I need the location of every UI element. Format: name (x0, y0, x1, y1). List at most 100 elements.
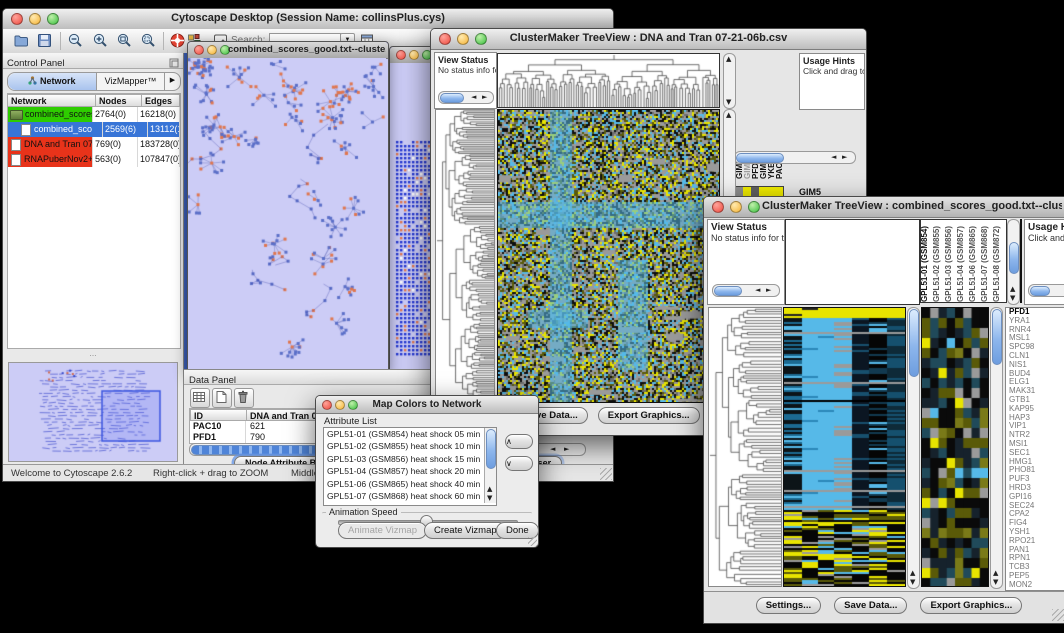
map-dialog-titlebar[interactable]: Map Colors to Network (316, 396, 538, 414)
table-mode-icon[interactable] (190, 388, 210, 408)
usage-hints-scrollbar[interactable] (1028, 284, 1064, 297)
column-header-network[interactable]: Network (8, 94, 96, 107)
scroll-down-arrow[interactable]: ▼ (487, 495, 492, 502)
close-button[interactable] (396, 50, 406, 60)
row-dendrogram[interactable] (708, 307, 782, 587)
close-button[interactable] (712, 201, 724, 213)
column-header-nodes[interactable]: Nodes (96, 94, 142, 107)
row-dendrogram[interactable] (435, 109, 495, 403)
scrollbar-thumb[interactable] (1009, 242, 1019, 274)
scroll-left-arrow[interactable]: ◄ (831, 154, 836, 161)
network-name-cell[interactable]: combined_scores (8, 107, 93, 122)
zoom-vscrollbar[interactable]: ▲ ▼ (990, 307, 1003, 589)
dialog-create-vizmap-button[interactable]: Create Vizmap (424, 522, 507, 539)
network-window-titlebar[interactable]: combined_scores_good.txt--cluste... (188, 42, 388, 59)
network-name-cell[interactable]: RNAPuberNov2+ (8, 152, 93, 167)
scroll-up-arrow[interactable]: ▲ (726, 56, 731, 63)
heatmap-vscrollbar[interactable]: ▲ ▼ (907, 307, 920, 589)
zoom-hscrollbar[interactable]: ◄ ► (734, 151, 856, 164)
resize-grip[interactable] (528, 537, 537, 546)
treeview2-titlebar[interactable]: ClusterMaker TreeView : combined_scores_… (704, 197, 1064, 218)
treeview1-titlebar[interactable]: ClusterMaker TreeView : DNA and Tran 07-… (431, 29, 866, 50)
help-lifebuoy-icon[interactable] (169, 32, 186, 54)
minimize-button[interactable] (730, 201, 742, 213)
attribute-list-item[interactable]: GPL51-07 (GSM868) heat shock 60 min (324, 490, 484, 502)
scrollbar-thumb[interactable] (992, 309, 1002, 365)
scroll-right-arrow[interactable]: ► (482, 94, 487, 101)
tv1-export-graphics-button[interactable]: Export Graphics... (598, 407, 700, 424)
column-dendrogram[interactable] (497, 53, 720, 108)
labels-vscrollbar[interactable]: ▲ ▼ (1007, 219, 1020, 305)
dendrogram-vscrollbar[interactable]: ▲ ▼ (723, 53, 736, 109)
scrollbar-thumb[interactable] (1030, 286, 1050, 296)
zoom-heatmap[interactable] (921, 307, 989, 587)
scroll-left-arrow[interactable]: ◄ (471, 94, 476, 101)
zoom-selected-icon[interactable] (140, 32, 157, 54)
view-status-scrollbar[interactable]: ◄ ► (438, 91, 494, 104)
column-dendrogram-area[interactable] (785, 219, 920, 305)
network-row[interactable]: DNA and Tran 07769(0)183728(0) (8, 137, 180, 152)
scroll-left-arrow[interactable]: ◄ (755, 287, 760, 294)
scroll-down-arrow[interactable]: ▼ (910, 579, 915, 586)
resize-grip[interactable] (600, 468, 612, 480)
attribute-list-item[interactable]: GPL51-02 (GSM855) heat shock 10 min (324, 440, 484, 452)
tv2-save-data-button[interactable]: Save Data... (834, 597, 907, 614)
float-panel-icon[interactable] (169, 55, 179, 73)
move-down-button[interactable]: ∨ (505, 456, 533, 471)
attribute-list-item[interactable]: GPL51-03 (GSM856) heat shock 15 min (324, 453, 484, 465)
tab-network[interactable]: Network (8, 73, 97, 90)
scroll-right-arrow[interactable]: ► (842, 154, 847, 161)
scroll-left-arrow[interactable]: ◄ (550, 446, 555, 453)
scroll-right-arrow[interactable]: ► (766, 287, 771, 294)
scrollbar-thumb[interactable] (486, 429, 496, 469)
close-button[interactable] (194, 45, 204, 55)
scroll-down-arrow[interactable]: ▼ (1010, 295, 1015, 302)
network-name-cell[interactable]: DNA and Tran 07 (8, 137, 93, 152)
attribute-list-item[interactable]: GPL51-01 (GSM854) heat shock 05 min (324, 428, 484, 440)
network-row[interactable]: combined_sco2569(6)13112(15) (8, 122, 180, 137)
column-header-edges[interactable]: Edges (142, 94, 180, 107)
scroll-up-arrow[interactable]: ▲ (726, 112, 731, 119)
attribute-list-scrollbar[interactable]: ▲ ▼ (484, 428, 496, 503)
save-icon[interactable] (36, 32, 53, 54)
global-heatmap[interactable] (497, 109, 720, 403)
tab-overflow-button[interactable]: ▶ (164, 73, 180, 90)
zoom-in-icon[interactable] (92, 32, 109, 54)
scroll-down-arrow[interactable]: ▼ (993, 579, 998, 586)
panel-divider[interactable]: ⋯ (3, 354, 183, 360)
scroll-up-arrow[interactable]: ▲ (910, 570, 915, 577)
resize-grip[interactable] (1052, 609, 1064, 621)
scrollbar-thumb[interactable] (440, 93, 464, 103)
column-header-id[interactable]: ID (190, 409, 247, 421)
delete-attribute-icon[interactable] (234, 388, 254, 408)
scroll-up-arrow[interactable]: ▲ (993, 570, 998, 577)
minimize-button[interactable] (207, 45, 217, 55)
scroll-up-arrow[interactable]: ▲ (1010, 286, 1015, 293)
minimize-button[interactable] (409, 50, 419, 60)
network-overview-panel[interactable] (8, 362, 178, 462)
new-attribute-icon[interactable] (212, 388, 232, 408)
global-heatmap[interactable] (783, 307, 906, 587)
scrollbar-thumb[interactable] (714, 286, 742, 296)
gene-label[interactable]: MON2 (1009, 581, 1064, 590)
attribute-list-item[interactable]: GPL51-06 (GSM865) heat shock 40 min (324, 478, 484, 490)
network-view-canvas[interactable] (188, 58, 386, 370)
scrollbar-thumb[interactable] (736, 153, 784, 163)
zoom-window-button[interactable] (748, 201, 760, 213)
tv2-export-graphics-button[interactable]: Export Graphics... (920, 597, 1022, 614)
scroll-down-arrow[interactable]: ▼ (726, 99, 731, 106)
open-folder-icon[interactable] (13, 32, 30, 54)
network-row[interactable]: RNAPuberNov2+563(0)107847(0) (8, 152, 180, 167)
main-titlebar[interactable]: Cytoscape Desktop (Session Name: collins… (3, 9, 613, 30)
view-status-scrollbar[interactable]: ◄ ► (712, 284, 780, 297)
scroll-right-arrow[interactable]: ► (564, 446, 569, 453)
network-name-cell[interactable]: combined_sco (8, 122, 103, 137)
zoom-fit-icon[interactable] (116, 32, 133, 54)
move-up-button[interactable]: ∧ (505, 434, 533, 449)
scrollbar-thumb[interactable] (909, 309, 919, 377)
tv2-settings-button[interactable]: Settings... (756, 597, 821, 614)
scroll-up-arrow[interactable]: ▲ (487, 486, 492, 493)
zoom-out-icon[interactable] (67, 32, 84, 54)
tab-vizmapper[interactable]: VizMapper™ (97, 73, 164, 90)
attribute-list-item[interactable]: GPL51-04 (GSM857) heat shock 20 min (324, 465, 484, 477)
